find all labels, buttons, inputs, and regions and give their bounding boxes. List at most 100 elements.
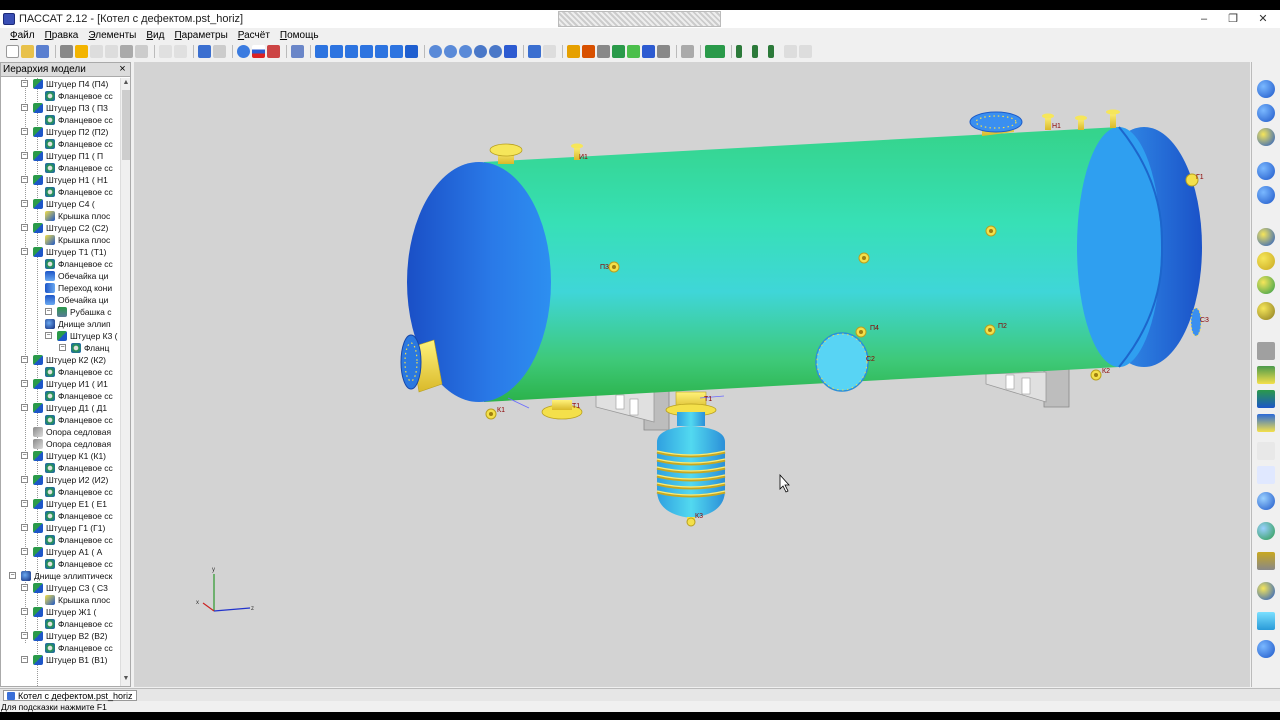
list-icon[interactable] — [213, 45, 226, 58]
collapse-toggle-icon[interactable]: − — [21, 500, 28, 507]
display-mode-dropdown[interactable] — [705, 45, 725, 58]
rotate-icon[interactable] — [474, 45, 487, 58]
manhole-c2[interactable] — [815, 332, 869, 392]
tree-item[interactable]: Фланцевое сс — [1, 510, 120, 522]
vessel-model-canvas[interactable]: Н1 И1 П3 П4 П2 С2 К2 К1 Т1 Т1 К3 С3 Г1 y… — [134, 62, 1250, 687]
collapse-toggle-icon[interactable]: − — [45, 308, 52, 315]
menu-edit[interactable]: Правка — [45, 30, 79, 41]
tree-item[interactable]: − Штуцер Ж1 ( — [1, 606, 120, 618]
layers-icon[interactable] — [612, 45, 625, 58]
report-icon[interactable] — [267, 45, 280, 58]
saddle-tool-icon[interactable] — [1257, 414, 1275, 432]
collapse-toggle-icon[interactable]: − — [21, 80, 28, 87]
tree-item[interactable]: Фланцевое сс — [1, 414, 120, 426]
collapse-toggle-icon[interactable]: − — [21, 104, 28, 111]
tree-item[interactable]: − Штуцер Т1 (Т1) — [1, 246, 120, 258]
collapse-toggle-icon[interactable]: − — [21, 452, 28, 459]
tree-item[interactable]: Крышка плос — [1, 594, 120, 606]
shell-tool-icon[interactable] — [1257, 80, 1275, 98]
cover-tool-icon[interactable] — [1257, 302, 1275, 320]
document-tab[interactable]: Котел с дефектом.pst_horiz — [3, 690, 138, 701]
tree-item[interactable]: − Рубашка с — [1, 306, 120, 318]
new-file-icon[interactable] — [6, 45, 19, 58]
surface-icon[interactable] — [627, 45, 640, 58]
tree-item[interactable]: Фланцевое сс — [1, 366, 120, 378]
color-icon[interactable] — [582, 45, 595, 58]
collapse-toggle-icon[interactable]: − — [21, 584, 28, 591]
tree-item[interactable]: Фланцевое сс — [1, 258, 120, 270]
view-back-icon[interactable] — [330, 45, 343, 58]
collapse-toggle-icon[interactable]: − — [21, 176, 28, 183]
tree-item[interactable]: − Штуцер Н1 ( Н1 — [1, 174, 120, 186]
tree-item[interactable]: Обечайка ци — [1, 270, 120, 282]
scroll-up-icon[interactable]: ▲ — [121, 78, 131, 88]
nozzle-tool-icon[interactable] — [1257, 228, 1275, 246]
model-viewport[interactable]: Н1 И1 П3 П4 П2 С2 К2 К1 Т1 Т1 К3 С3 Г1 y… — [134, 62, 1250, 687]
collapse-toggle-icon[interactable]: − — [21, 248, 28, 255]
elbow-tool-icon[interactable] — [1257, 252, 1275, 270]
nozzle-k1[interactable] — [485, 408, 497, 420]
axes-tool-icon[interactable] — [1257, 466, 1275, 484]
nozzle-k2[interactable] — [1090, 369, 1102, 381]
collapse-toggle-icon[interactable]: − — [9, 572, 16, 579]
cut-icon[interactable] — [90, 45, 103, 58]
collapse-toggle-icon[interactable]: − — [21, 200, 28, 207]
tee-tool-icon[interactable] — [1257, 492, 1275, 510]
sort-icon[interactable] — [291, 45, 304, 58]
marker-1-icon[interactable] — [736, 45, 742, 58]
zoom-window-icon[interactable] — [444, 45, 457, 58]
collapse-toggle-icon[interactable]: − — [21, 476, 28, 483]
tree-scrollbar[interactable]: ▲ ▼ — [120, 78, 130, 686]
tree-item[interactable]: Днище эллип — [1, 318, 120, 330]
tree-item[interactable]: Крышка плос — [1, 210, 120, 222]
tree-item[interactable]: − Штуцер Г1 (Г1) — [1, 522, 120, 534]
tree-item[interactable]: − Штуцер К2 (К2) — [1, 354, 120, 366]
menu-calculation[interactable]: Расчёт — [238, 30, 270, 41]
tree-item[interactable]: Фланцевое сс — [1, 90, 120, 102]
collapse-toggle-icon[interactable]: − — [45, 332, 52, 339]
collapse-toggle-icon[interactable]: − — [21, 356, 28, 363]
vessel-shell[interactable] — [484, 127, 1119, 402]
tree-item[interactable]: Фланцевое сс — [1, 462, 120, 474]
tree-item[interactable]: − Штуцер К3 ( — [1, 330, 120, 342]
collapse-toggle-icon[interactable]: − — [21, 632, 28, 639]
nozzle-p4[interactable] — [855, 326, 867, 338]
section-icon[interactable] — [657, 45, 670, 58]
select-icon[interactable] — [528, 45, 541, 58]
panel-close-button[interactable]: × — [117, 63, 128, 75]
collapse-toggle-icon[interactable]: − — [21, 524, 28, 531]
paste-icon[interactable] — [120, 45, 133, 58]
tree-item[interactable]: Фланцевое сс — [1, 114, 120, 126]
tree-item[interactable]: − Днище эллиптическ — [1, 570, 120, 582]
pipe-tool-icon[interactable] — [1257, 522, 1275, 540]
collapse-toggle-icon[interactable]: − — [21, 404, 28, 411]
deselect-icon[interactable] — [543, 45, 556, 58]
ring-shell-tool-icon[interactable] — [1257, 128, 1275, 146]
wireframe-icon[interactable] — [597, 45, 610, 58]
view-right-icon[interactable] — [360, 45, 373, 58]
tree-item[interactable]: − Штуцер И2 (И2) — [1, 474, 120, 486]
view-top-icon[interactable] — [375, 45, 388, 58]
collapse-toggle-icon[interactable]: − — [21, 608, 28, 615]
menu-view[interactable]: Вид — [146, 30, 164, 41]
nozzle-p3[interactable] — [608, 261, 620, 273]
cone-tool-icon[interactable] — [1257, 104, 1275, 122]
open-folder-icon[interactable] — [21, 45, 34, 58]
check-icon[interactable] — [237, 45, 250, 58]
menu-parameters[interactable]: Параметры — [174, 30, 227, 41]
plate-tool-icon[interactable] — [1257, 612, 1275, 630]
tree-item[interactable]: Опора седловая — [1, 438, 120, 450]
tree-item[interactable]: − Фланц — [1, 342, 120, 354]
scroll-thumb[interactable] — [122, 90, 130, 160]
print-icon[interactable] — [681, 45, 694, 58]
tree-item[interactable]: − Штуцер С2 (С2) — [1, 222, 120, 234]
tree-item[interactable]: Фланцевое сс — [1, 390, 120, 402]
collapse-toggle-icon[interactable]: − — [21, 224, 28, 231]
collapse-toggle-icon[interactable]: − — [21, 656, 28, 663]
shade-icon[interactable] — [567, 45, 580, 58]
tree-item[interactable]: − Штуцер А1 ( А — [1, 546, 120, 558]
support-tool-icon[interactable] — [1257, 342, 1275, 360]
restore-button[interactable]: ❐ — [1218, 10, 1248, 28]
view-front-icon[interactable] — [315, 45, 328, 58]
tree-item[interactable]: − Штуцер П3 ( П3 — [1, 102, 120, 114]
